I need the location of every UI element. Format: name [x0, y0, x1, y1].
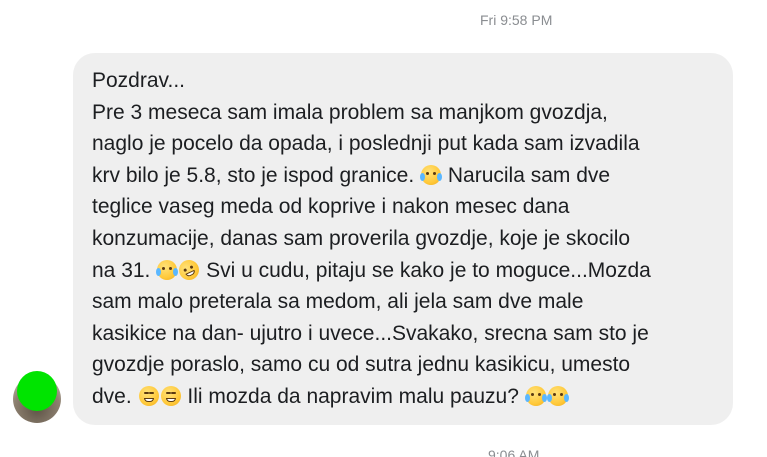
message-line: gvozdje poraslo, samo cu od sutra jednu …: [92, 349, 719, 381]
message-line: sam malo preterala sa medom, ali jela sa…: [92, 286, 719, 318]
message-timestamp: 9:06 AM: [488, 447, 540, 457]
message-timestamp: Fri 9:58 PM: [480, 12, 553, 28]
avatar-overlay-dot: [17, 371, 57, 411]
message-text: Pozdrav...: [92, 69, 185, 92]
message-text: naglo je pocelo da opada, i poslednji pu…: [92, 132, 640, 156]
message-line: Pre 3 meseca sam imala problem sa manjko…: [92, 97, 719, 129]
rolling-on-floor-laughing-emoji: [175, 256, 203, 283]
message-line: dve. Ili mozda da napravim malu pauzu?: [92, 381, 719, 413]
message-text: kasikice na dan- ujutro i uvece...Svakak…: [92, 321, 649, 345]
message-line: konzumacije, danas sam proverila gvozdje…: [92, 223, 719, 255]
message-line: teglice vaseg meda od koprive i nakon me…: [92, 191, 719, 223]
message-text: sam malo preterala sa medom, ali jela sa…: [92, 290, 584, 314]
message-text: Ili mozda da napravim malu pauzu?: [181, 384, 519, 408]
message-line: kasikice na dan- ujutro i uvece...Svakak…: [92, 318, 719, 350]
grinning-face-emoji: [160, 385, 181, 406]
message-text: Narucila sam dve: [442, 163, 611, 187]
message-text: gvozdje poraslo, samo cu od sutra jednu …: [92, 353, 631, 377]
message-line: na 31. Svi u cudu, pitaju se kako je to …: [92, 255, 719, 287]
grinning-face-emoji: [138, 385, 159, 406]
crying-face-emoji: [546, 385, 569, 406]
message-text: konzumacije, danas sam proverila gvozdje…: [92, 226, 631, 250]
message-text: krv bilo je 5.8, sto je ispod granice.: [92, 163, 415, 187]
crying-face-emoji: [420, 164, 443, 185]
message-text: na 31.: [92, 258, 151, 282]
message-text: teglice vaseg meda od koprive i nakon me…: [92, 195, 570, 219]
message-text: Svi u cudu, pitaju se kako je to moguce.…: [200, 258, 651, 282]
crying-face-emoji: [156, 259, 179, 280]
message-bubble[interactable]: Pozdrav... Pre 3 meseca sam imala proble…: [73, 53, 733, 425]
message-line: naglo je pocelo da opada, i poslednji pu…: [92, 128, 719, 160]
crying-face-emoji: [524, 385, 547, 406]
message-line: krv bilo je 5.8, sto je ispod granice. N…: [92, 160, 719, 192]
message-text: dve.: [92, 384, 132, 408]
message-line: Pozdrav...: [92, 65, 719, 97]
message-text: Pre 3 meseca sam imala problem sa manjko…: [92, 100, 608, 124]
